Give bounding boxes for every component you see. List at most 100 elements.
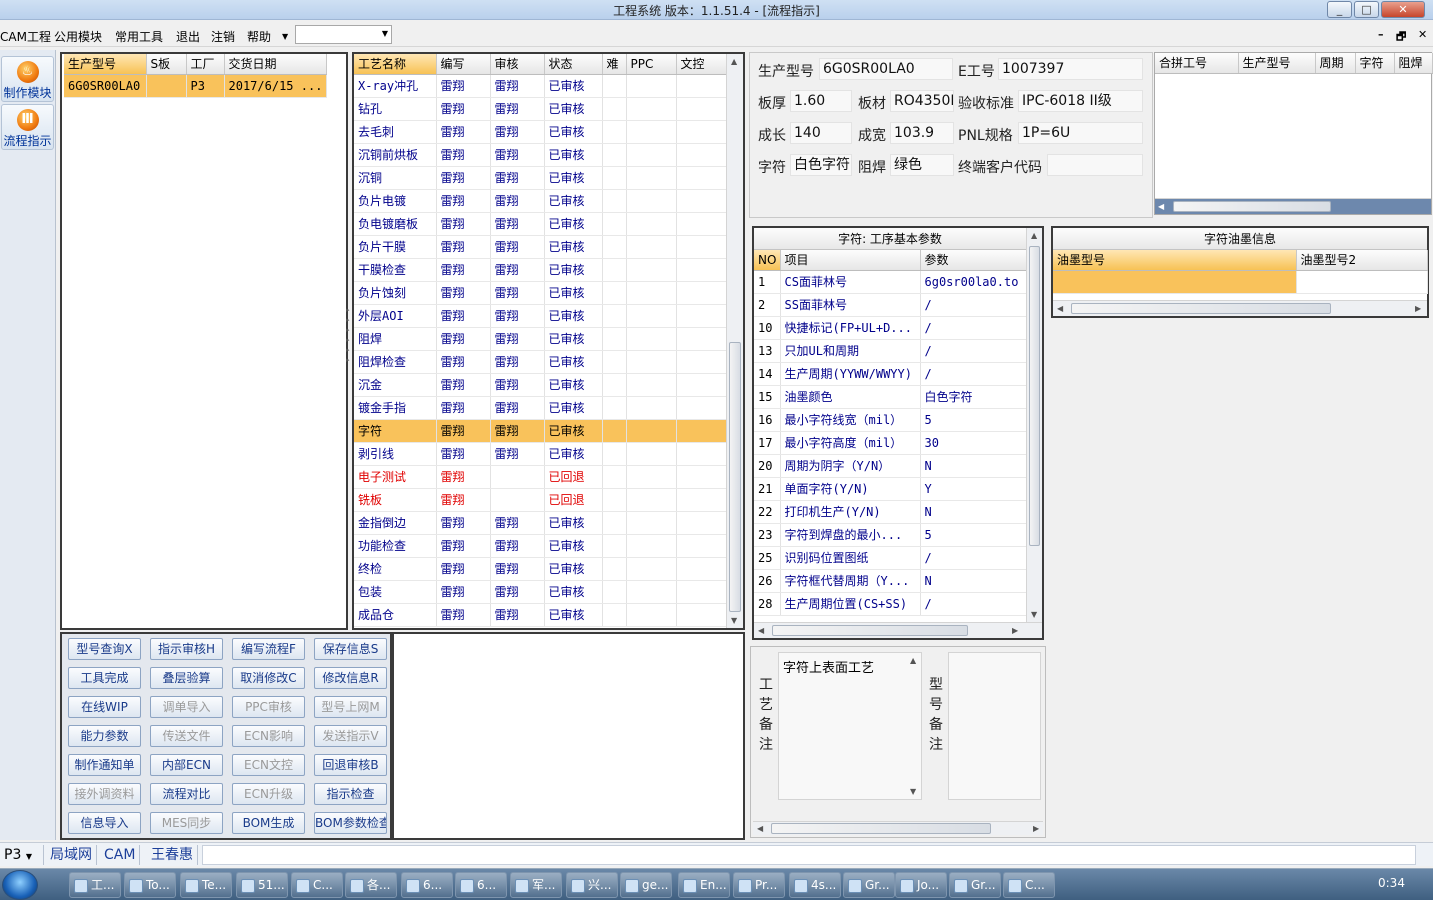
cell-process[interactable]: 终检 [354,557,437,581]
action-button[interactable]: 指示审核H [150,638,223,660]
cell-process[interactable]: 包装 [354,580,437,604]
cell-process[interactable]: 负片蚀刻 [354,281,437,305]
minimize-button[interactable]: _ [1327,1,1352,18]
scroll-thumb[interactable] [771,823,991,834]
cell-no[interactable]: 13 [754,339,781,363]
cell-reviewer[interactable]: 雷翔 [490,120,545,144]
chevron-down-icon[interactable]: ▼ [282,32,288,41]
cell-status[interactable]: 已审核 [544,373,603,397]
menu-logout[interactable]: 注销 [211,28,235,45]
clock[interactable]: 0:34 [1378,876,1405,890]
mdi-close-icon[interactable]: ✕ [1418,28,1427,41]
menu-combo[interactable]: ▼ [295,25,392,44]
cell-process[interactable]: 剥引线 [354,442,437,466]
cell-status[interactable]: 已审核 [544,580,603,604]
cell-writer[interactable]: 雷翔 [436,557,491,581]
scroll-left-icon[interactable]: ◀ [758,626,764,635]
taskbar-item[interactable]: 工... [69,872,121,898]
cell-param[interactable]: N [920,454,1027,478]
cell-reviewer[interactable]: 雷翔 [490,396,545,420]
cell-process[interactable]: 电子测试 [354,465,437,489]
taskbar-item[interactable]: To... [124,872,176,898]
cell-reviewer[interactable]: 雷翔 [490,603,545,627]
col-header[interactable]: PPC [626,54,677,75]
col-header[interactable]: 工艺名称 [354,54,437,75]
table-row[interactable]: 20 周期为阴字（Y/N） N [754,454,1027,478]
cell-status[interactable]: 已审核 [544,281,603,305]
cell-writer[interactable]: 雷翔 [436,97,491,121]
cell-process[interactable]: 金指倒边 [354,511,437,535]
action-button[interactable]: 指示检查 [314,783,387,805]
action-button[interactable]: BOM生成 [232,812,305,834]
cell-item[interactable]: 最小字符线宽（mil） [780,408,921,432]
table-row[interactable]: 负片蚀刻 雷翔 雷翔 已审核 [354,281,727,305]
cell-param[interactable]: / [920,362,1027,386]
cell-writer[interactable]: 雷翔 [436,258,491,282]
cell-param[interactable]: 5 [920,408,1027,432]
scroll-up-icon[interactable]: ▲ [731,57,737,66]
action-button[interactable]: BOM参数检查 [314,812,387,834]
cell-process[interactable]: 阻焊检查 [354,350,437,374]
cell-process[interactable]: 干膜检查 [354,258,437,282]
cell-status[interactable]: 已审核 [544,235,603,259]
process-vscroll[interactable]: ▲ ▼ [726,54,743,628]
cell-param[interactable]: 6g0sr00la0.to [920,270,1027,294]
scroll-right-icon[interactable]: ▶ [1012,626,1018,635]
scroll-up-icon[interactable]: ▲ [910,656,916,665]
cell-difficulty[interactable] [602,557,627,581]
action-button[interactable]: ECN文控 [232,754,305,776]
table-row[interactable]: 沉铜前烘板 雷翔 雷翔 已审核 [354,143,727,167]
cell-ppc[interactable] [626,419,677,443]
cell-no[interactable]: 20 [754,454,781,478]
col-header[interactable]: 油墨型号2 [1296,250,1428,271]
action-button[interactable]: 回退审核B [314,754,387,776]
scroll-down-icon[interactable]: ▼ [1031,610,1037,619]
cell-ppc[interactable] [626,120,677,144]
field-eno[interactable]: 1007397 [998,58,1143,80]
cell-ppc[interactable] [626,235,677,259]
cell-ppc[interactable] [626,465,677,489]
menu-help[interactable]: 帮助 [247,28,271,45]
cell-difficulty[interactable] [602,350,627,374]
mdi-minimize-icon[interactable]: – [1378,28,1384,41]
cell-status[interactable]: 已审核 [544,166,603,190]
table-row[interactable]: 功能检查 雷翔 雷翔 已审核 [354,534,727,558]
table-row[interactable]: 14 生产周期(YYWW/WWYY) / [754,362,1027,386]
table-row[interactable]: 阻焊检查 雷翔 雷翔 已审核 [354,350,727,374]
cell-no[interactable]: 16 [754,408,781,432]
cell-no[interactable]: 26 [754,569,781,593]
cell-param[interactable]: Y [920,477,1027,501]
mdi-restore-icon[interactable]: 🗗 [1396,28,1406,47]
cell-ppc[interactable] [626,143,677,167]
cell-reviewer[interactable] [490,465,545,489]
action-button[interactable]: ECN升级 [232,783,305,805]
cell-writer[interactable]: 雷翔 [436,511,491,535]
cell-process[interactable]: 负片电镀 [354,189,437,213]
col-header[interactable]: 项目 [780,250,921,271]
cell-process[interactable]: 负电镀磨板 [354,212,437,236]
scroll-right-icon[interactable]: ▶ [1033,824,1039,833]
scroll-thumb[interactable] [1029,246,1040,546]
cell-ppc[interactable] [626,534,677,558]
cell-difficulty[interactable] [602,396,627,420]
table-row[interactable]: 21 单面字符(Y/N) Y [754,477,1027,501]
maximize-button[interactable]: □ [1354,1,1379,18]
cell-status[interactable]: 已审核 [544,97,603,121]
table-row[interactable]: 金指倒边 雷翔 雷翔 已审核 [354,511,727,535]
cell-difficulty[interactable] [602,327,627,351]
menu-cam[interactable]: CAM工程 [0,28,51,45]
taskbar-item[interactable]: Jo... [895,872,947,898]
table-row[interactable] [1053,270,1428,294]
cell-difficulty[interactable] [602,120,627,144]
cell-doc[interactable] [676,235,727,259]
cell-status[interactable]: 已审核 [544,143,603,167]
action-button[interactable]: 信息导入 [68,812,141,834]
table-row[interactable]: 镀金手指 雷翔 雷翔 已审核 [354,396,727,420]
cell-param[interactable]: / [920,339,1027,363]
action-button[interactable]: 接外调资料 [68,783,141,805]
cell-no[interactable]: 23 [754,523,781,547]
cell-item[interactable]: 生产周期(YYWW/WWYY) [780,362,921,386]
cell-item[interactable]: 最小字符高度（mil） [780,431,921,455]
taskbar-item[interactable]: 51... [236,872,288,898]
cell-writer[interactable]: 雷翔 [436,396,491,420]
